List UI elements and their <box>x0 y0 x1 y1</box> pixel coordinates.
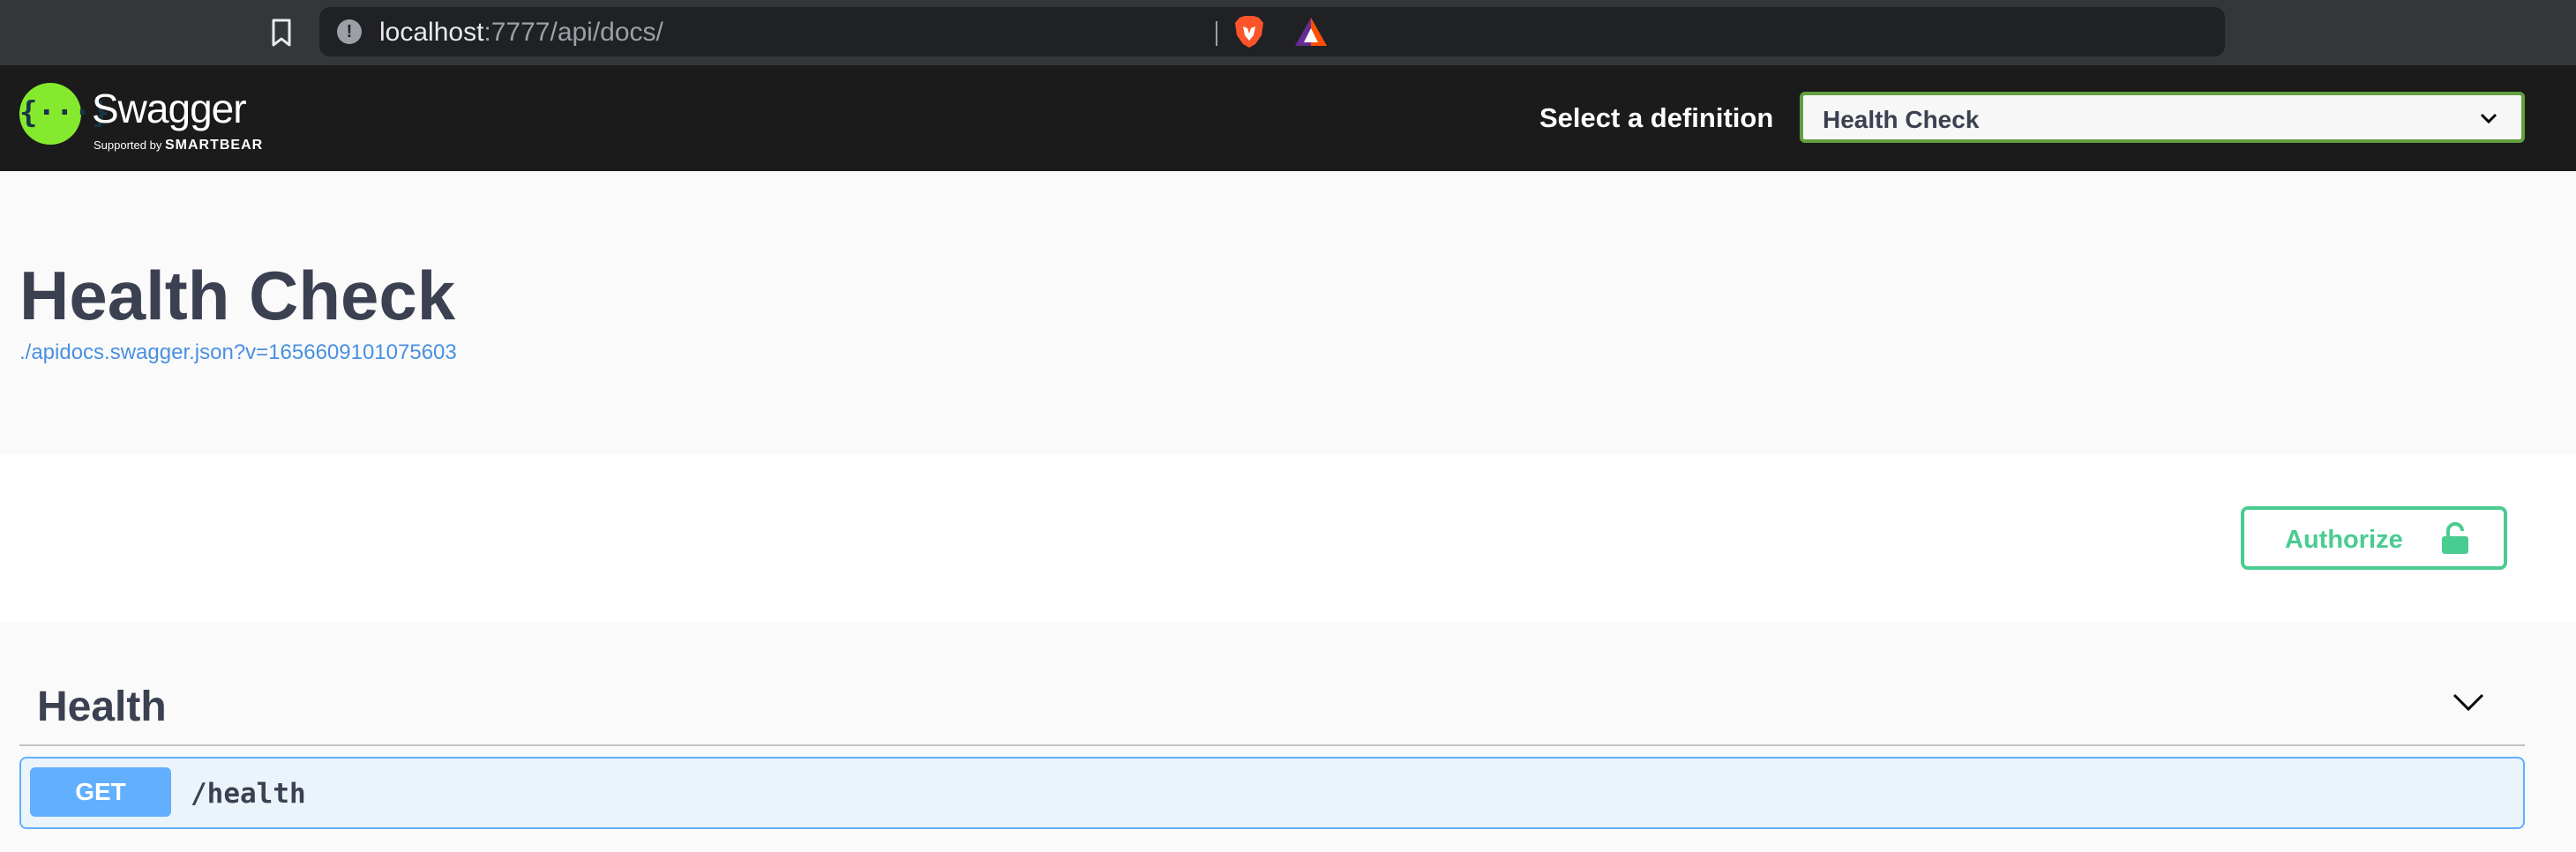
logo-subtitle: Supported by SMARTBEAR <box>94 138 263 153</box>
bookmark-icon[interactable] <box>268 18 295 48</box>
authorize-button[interactable]: Authorize <box>2241 506 2507 570</box>
swagger-topbar: {···} Swagger Supported by SMARTBEAR Sel… <box>0 65 2576 171</box>
page-title: Health Check <box>19 257 456 334</box>
tag-section-health: Health GET /health <box>0 623 2576 852</box>
browser-toolbar: ! localhost:7777/api/docs/ <box>0 0 2576 65</box>
swagger-logo-icon[interactable]: {···} <box>19 83 109 145</box>
url-host: localhost <box>379 18 484 47</box>
logo-supported-by: Supported by <box>94 138 162 152</box>
definition-select-value: Health Check <box>1823 106 1980 133</box>
operation-path: /health <box>191 778 306 810</box>
unlocked-lock-icon <box>2442 522 2468 554</box>
operation-get-health[interactable]: GET /health <box>19 757 2525 829</box>
triangle-icon[interactable] <box>1293 16 1329 48</box>
http-method-badge: GET <box>30 767 171 817</box>
authorize-label: Authorize <box>2285 526 2403 554</box>
scheme-container: Authorize <box>0 453 2576 623</box>
api-info: Health Check ./apidocs.swagger.json?v=16… <box>0 171 2576 453</box>
definition-select-label: Select a definition <box>1539 102 1774 133</box>
info-icon[interactable]: ! <box>337 19 362 44</box>
brave-lion-icon[interactable] <box>1232 14 1266 49</box>
logo-brand: SMARTBEAR <box>164 138 264 153</box>
chevron-down-icon[interactable] <box>2451 688 2486 714</box>
url-separator <box>1216 21 1217 46</box>
url-path: :7777/api/docs/ <box>483 18 663 47</box>
chevron-down-icon <box>2480 113 2497 124</box>
logo-wordmark[interactable]: Swagger <box>92 85 247 132</box>
tag-title: Health <box>37 684 167 730</box>
definition-select[interactable]: Health Check <box>1800 92 2525 143</box>
tag-header[interactable]: Health <box>19 658 2525 746</box>
url-text[interactable]: localhost:7777/api/docs/ <box>379 18 663 48</box>
spec-url-link[interactable]: ./apidocs.swagger.json?v=165660910107560… <box>19 340 457 365</box>
address-bar[interactable]: ! localhost:7777/api/docs/ <box>319 7 2225 56</box>
